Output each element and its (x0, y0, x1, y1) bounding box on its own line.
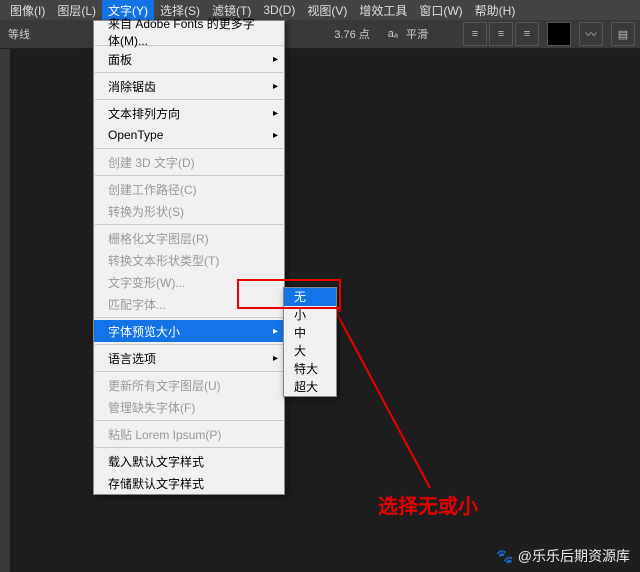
antialias-glyph: aₐ (388, 28, 398, 40)
menu-window[interactable]: 窗口(W) (413, 0, 468, 21)
menu-item-load-default-style[interactable]: 载入默认文字样式 (94, 450, 284, 472)
submenu-arrow-icon: ▸ (273, 54, 278, 65)
menu-item-opentype[interactable]: OpenType▸ (94, 124, 284, 146)
menu-item-match-font[interactable]: 匹配字体... (94, 293, 284, 315)
menu-plugins[interactable]: 增效工具 (353, 0, 413, 21)
menu-item-convert-shape[interactable]: 转换为形状(S) (94, 200, 284, 222)
menu-separator (95, 224, 283, 225)
menu-separator (95, 99, 283, 100)
submenu-huge[interactable]: 超大 (284, 378, 336, 396)
menu-item-save-default-style[interactable]: 存储默认文字样式 (94, 472, 284, 494)
watermark: 🐾 @乐乐后期资源库 (496, 546, 630, 566)
menu-item-orientation[interactable]: 文本排列方向▸ (94, 102, 284, 124)
menu-item-create-3d-text[interactable]: 创建 3D 文字(D) (94, 151, 284, 173)
menu-separator (95, 420, 283, 421)
menu-item-font-preview-size[interactable]: 字体预览大小▸ (94, 320, 284, 342)
menu-item-update-layers[interactable]: 更新所有文字图层(U) (94, 374, 284, 396)
menu-item-convert-text-shape[interactable]: 转换文本形状类型(T) (94, 249, 284, 271)
menu-item-paste-lorem[interactable]: 粘贴 Lorem Ipsum(P) (94, 423, 284, 445)
menu-separator (95, 447, 283, 448)
menu-item-create-workpath[interactable]: 创建工作路径(C) (94, 178, 284, 200)
paw-icon: 🐾 (496, 548, 513, 565)
font-size-value[interactable]: 3.76 点 (334, 26, 369, 42)
menu-image[interactable]: 图像(I) (4, 0, 51, 21)
type-menu-dropdown: 来自 Adobe Fonts 的更多字体(M)... 面板▸ 消除锯齿▸ 文本排… (93, 20, 285, 495)
menu-separator (95, 344, 283, 345)
menu-view[interactable]: 视图(V) (301, 0, 353, 21)
submenu-large[interactable]: 大 (284, 342, 336, 360)
menu-item-antialias[interactable]: 消除锯齿▸ (94, 75, 284, 97)
submenu-medium[interactable]: 中 (284, 324, 336, 342)
submenu-arrow-icon: ▸ (273, 353, 278, 364)
menu-separator (95, 317, 283, 318)
menu-separator (95, 72, 283, 73)
app-menubar: 图像(I) 图层(L) 文字(Y) 选择(S) 滤镜(T) 3D(D) 视图(V… (0, 0, 640, 20)
menu-item-manage-missing[interactable]: 管理缺失字体(F) (94, 396, 284, 418)
menu-separator (95, 371, 283, 372)
tutorial-annotation-text: 选择无或小 (378, 490, 478, 519)
menu-help[interactable]: 帮助(H) (469, 0, 522, 21)
menu-item-more-fonts[interactable]: 来自 Adobe Fonts 的更多字体(M)... (94, 21, 284, 43)
menu-item-panels[interactable]: 面板▸ (94, 48, 284, 70)
menu-separator (95, 175, 283, 176)
warp-text-icon[interactable]: 〰 (579, 22, 603, 46)
submenu-extra-large[interactable]: 特大 (284, 360, 336, 378)
submenu-arrow-icon: ▸ (273, 326, 278, 337)
align-center-icon[interactable]: ≡ (489, 22, 513, 46)
font-preview-size-submenu: 无 小 中 大 特大 超大 (283, 287, 337, 397)
menu-layer[interactable]: 图层(L) (51, 0, 102, 21)
antialias-value[interactable]: 平滑 (406, 26, 428, 42)
submenu-none[interactable]: 无 (284, 288, 336, 306)
align-right-icon[interactable]: ≡ (515, 22, 539, 46)
text-color-swatch[interactable] (547, 22, 571, 46)
menu-item-warp-text[interactable]: 文字变形(W)... (94, 271, 284, 293)
align-left-icon[interactable]: ≡ (463, 22, 487, 46)
watermark-text: @乐乐后期资源库 (518, 546, 630, 566)
submenu-arrow-icon: ▸ (273, 81, 278, 92)
menu-item-rasterize[interactable]: 栅格化文字图层(R) (94, 227, 284, 249)
menu-item-language[interactable]: 语言选项▸ (94, 347, 284, 369)
menu-separator (95, 148, 283, 149)
tool-strip (0, 48, 10, 572)
submenu-arrow-icon: ▸ (273, 108, 278, 119)
font-family-label: 等线 (8, 26, 30, 42)
submenu-small[interactable]: 小 (284, 306, 336, 324)
submenu-arrow-icon: ▸ (273, 130, 278, 141)
panels-toggle-icon[interactable]: ▤ (611, 22, 635, 46)
